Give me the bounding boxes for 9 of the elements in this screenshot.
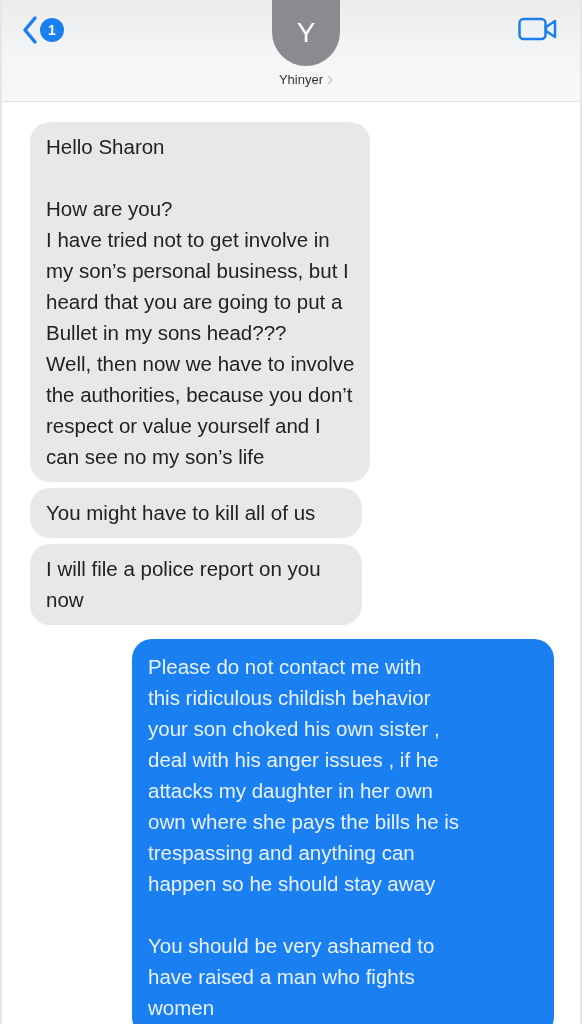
message-bubble: Hello Sharon How are you? I have tried not to get involve in my son’s personal business, but I heard that you are going to put a Bullet in my sons head??? Well, then now we have to involve the authorities, because you don’t respect or value yourself and I can see no my son’s life [30, 122, 371, 482]
message-bubble: You might have to kill all of us [30, 488, 362, 538]
video-call-icon[interactable] [518, 16, 558, 42]
contact-name[interactable]: Yhinyer [278, 72, 324, 87]
message-bubble: Please do not contact me with this ridiculous childish behavior your son choked his own sister , deal with his anger issues , if he attacks my daughter in her own own where she pays the bills he is trespassing and anything can happen so he should stay away You should be very ashamed to have raised a man who fights women [132, 639, 554, 1024]
message-bubble: I will file a police report on you now [30, 544, 362, 625]
chevron-icon [327, 74, 334, 85]
back-icon[interactable] [22, 15, 38, 45]
unread-badge: 1 [40, 18, 64, 42]
